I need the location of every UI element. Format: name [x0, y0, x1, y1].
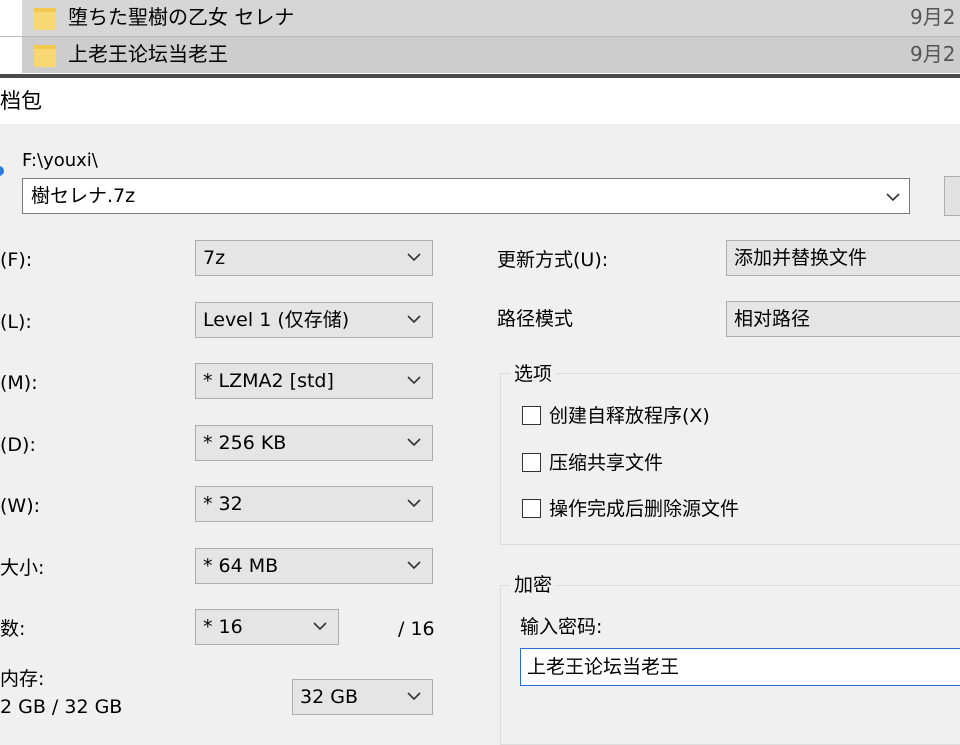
method-label: (M): — [0, 372, 38, 394]
dictionary-label: (D): — [0, 434, 36, 456]
dialog-title: 档包 — [0, 89, 42, 113]
word-size-label: (W): — [0, 495, 41, 517]
browse-button[interactable] — [944, 176, 960, 216]
dictionary-select[interactable]: * 256 KB — [195, 425, 433, 461]
memory-select[interactable]: 32 GB — [292, 679, 433, 715]
memory-usage: 2 GB / 32 GB — [0, 696, 123, 718]
memory-value: 32 GB — [300, 686, 358, 708]
path-mode-value: 相对路径 — [734, 308, 811, 330]
memory-label: 内存: — [0, 668, 45, 690]
threads-label: 数: — [0, 618, 26, 640]
method-value: * LZMA2 [std] — [203, 370, 334, 392]
row-gutter — [0, 0, 22, 36]
chevron-down-icon[interactable] — [406, 372, 422, 388]
word-size-select[interactable]: * 32 — [195, 486, 433, 522]
chevron-down-icon[interactable] — [406, 557, 422, 573]
file-name: 堕ちた聖樹の乙女 セレナ — [68, 5, 295, 29]
chevron-down-icon[interactable] — [406, 434, 422, 450]
format-label: (F): — [0, 249, 33, 271]
encryption-title: 加密 — [510, 572, 557, 598]
solid-block-label: 大小: — [0, 557, 45, 579]
solid-block-select[interactable]: * 64 MB — [195, 548, 433, 584]
dictionary-value: * 256 KB — [203, 432, 287, 454]
delete-after-checkbox-label[interactable]: 操作完成后删除源文件 — [549, 496, 739, 522]
archive-name-combo[interactable]: 樹セレナ.7z — [22, 178, 910, 214]
level-value: Level 1 (仅存储) — [203, 309, 350, 331]
update-mode-select[interactable]: 添加并替换文件 — [726, 240, 960, 276]
shared-files-checkbox-label[interactable]: 压缩共享文件 — [549, 450, 663, 476]
password-value: 上老王论坛当老王 — [527, 656, 680, 678]
password-label: 输入密码: — [520, 616, 603, 638]
solid-block-value: * 64 MB — [203, 555, 279, 577]
chevron-down-icon[interactable] — [406, 495, 422, 511]
archive-name-value: 樹セレナ.7z — [31, 185, 136, 207]
threads-max: / 16 — [398, 618, 435, 640]
password-input[interactable]: 上老王论坛当老王 — [520, 648, 960, 686]
sfx-checkbox-label[interactable]: 创建自释放程序(X) — [549, 403, 710, 429]
chevron-down-icon[interactable] — [312, 618, 328, 634]
chevron-down-icon[interactable] — [406, 311, 422, 327]
method-select[interactable]: * LZMA2 [std] — [195, 363, 433, 399]
chevron-down-icon[interactable] — [406, 688, 422, 704]
level-select[interactable]: Level 1 (仅存储) — [195, 302, 433, 338]
threads-value: * 16 — [203, 616, 243, 638]
format-value: 7z — [203, 247, 226, 269]
file-date: 9月2 — [910, 5, 956, 29]
format-select[interactable]: 7z — [195, 240, 433, 276]
folder-icon — [34, 45, 56, 67]
archive-path: F:\youxi\ — [22, 150, 98, 171]
file-row[interactable]: 上老王论坛当老王 9月2 — [0, 36, 960, 73]
path-mode-label: 路径模式 — [497, 308, 574, 330]
threads-select[interactable]: * 16 — [195, 609, 339, 645]
file-row[interactable]: 堕ちた聖樹の乙女 セレナ 9月2 — [0, 0, 960, 36]
file-list: 堕ちた聖樹の乙女 セレナ 9月2 上老王论坛当老王 9月2 — [0, 0, 960, 78]
chevron-down-icon[interactable] — [406, 249, 422, 265]
update-mode-value: 添加并替换文件 — [734, 247, 868, 269]
word-size-value: * 32 — [203, 493, 243, 515]
sfx-checkbox[interactable] — [522, 406, 541, 425]
archive-icon — [0, 166, 4, 176]
chevron-down-icon[interactable] — [885, 189, 901, 205]
dialog-title-bar[interactable]: 档包 — [0, 78, 960, 124]
folder-icon — [34, 8, 56, 30]
row-gutter — [0, 37, 22, 73]
file-date: 9月2 — [910, 42, 956, 66]
update-mode-label: 更新方式(U): — [497, 249, 609, 271]
level-label: (L): — [0, 311, 32, 333]
path-mode-select[interactable]: 相对路径 — [726, 301, 960, 337]
file-name: 上老王论坛当老王 — [68, 42, 228, 66]
shared-files-checkbox[interactable] — [522, 453, 541, 472]
delete-after-checkbox[interactable] — [522, 499, 541, 518]
options-title: 选项 — [510, 361, 557, 387]
